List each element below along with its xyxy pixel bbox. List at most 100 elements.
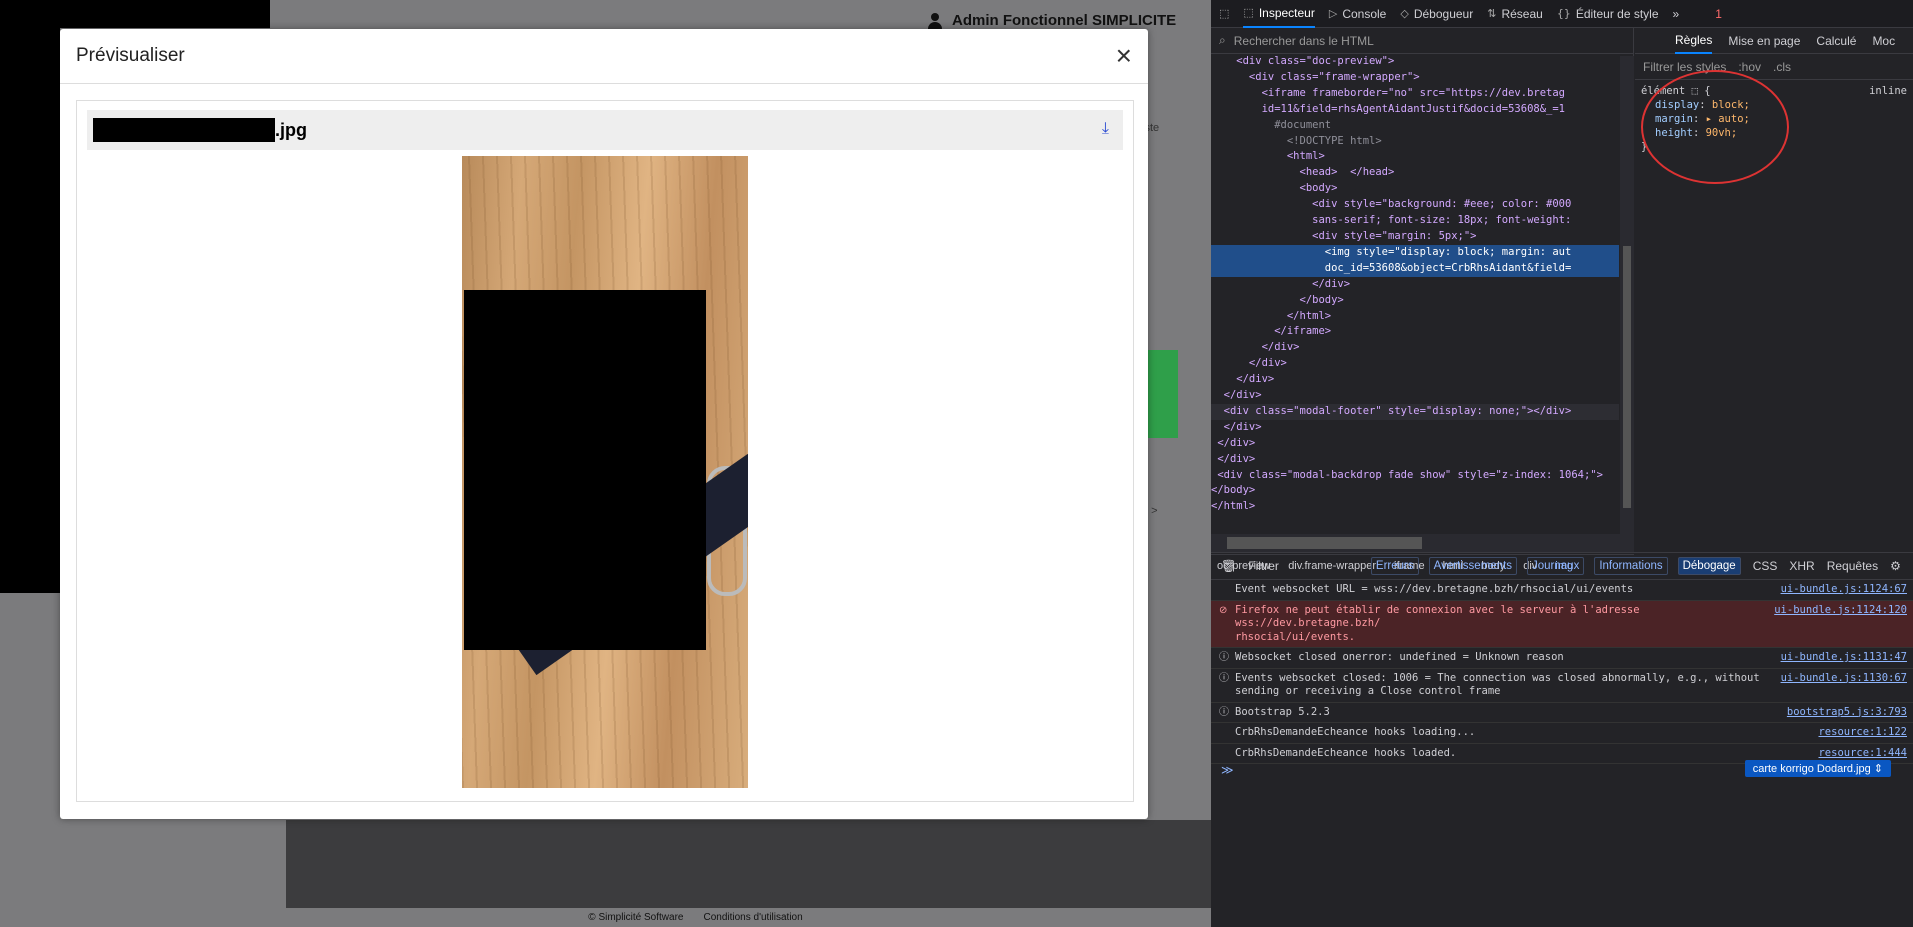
scroll-thumb[interactable] <box>1227 537 1422 549</box>
filter-css[interactable]: CSS <box>1753 559 1778 573</box>
tree-node[interactable]: #document <box>1211 118 1619 134</box>
inspector-pane: ⌕ Rechercher dans le HTML <div class="do… <box>1211 28 1634 572</box>
trash-icon[interactable]: 🗑 <box>1221 559 1236 573</box>
user-menu[interactable]: Admin Fonctionnel SIMPLICITE <box>928 12 1176 29</box>
tree-node[interactable]: <html> <box>1211 149 1619 165</box>
console-filter-input[interactable]: Filtrer <box>1248 559 1279 573</box>
pick-element-icon[interactable]: ⬚ <box>1219 7 1229 20</box>
console-source-link[interactable]: bootstrap5.js:3:793 <box>1787 706 1907 720</box>
tab-more[interactable]: Moc <box>1872 34 1895 48</box>
tree-node[interactable]: </div> <box>1211 420 1619 436</box>
tree-node[interactable]: </body> <box>1211 483 1619 499</box>
tree-node[interactable]: <div class="modal-footer" style="display… <box>1211 403 1619 420</box>
console-message: ⓘ Events websocket closed: 1006 = The con… <box>1211 669 1913 703</box>
red-circle-annotation <box>1641 70 1789 184</box>
console-toolbar: 🗑 Filtrer Erreurs Avertissements Journaux I… <box>1211 552 1913 580</box>
hov-toggle[interactable]: :hov <box>1738 60 1761 74</box>
rule-source: inline <box>1869 85 1907 97</box>
console-message: ⓘ Bootstrap 5.2.3 bootstrap5.js:3:793 <box>1211 703 1913 723</box>
tab-style-editor[interactable]: {} Éditeur de style <box>1557 7 1659 21</box>
error-count-badge[interactable]: 1 <box>1715 7 1722 21</box>
tree-node[interactable]: </html> <box>1211 499 1619 510</box>
tree-node[interactable]: </div> <box>1211 436 1619 452</box>
filter-xhr[interactable]: XHR <box>1789 559 1814 573</box>
tree-node[interactable]: </div> <box>1211 452 1619 468</box>
console-source-link[interactable]: resource:1:122 <box>1818 726 1907 740</box>
more-tabs-icon[interactable]: » <box>1673 7 1680 21</box>
tree-node[interactable]: </div> <box>1211 356 1619 372</box>
tab-inspector[interactable]: ⬚ Inspecteur <box>1243 0 1315 28</box>
tree-node[interactable]: <div class="doc-preview"> <box>1211 54 1619 70</box>
style-editor-icon: {} <box>1556 7 1571 20</box>
console-message: ⓘ Websocket closed onerror: undefined = U… <box>1211 648 1913 669</box>
level-filter[interactable]: Débogage <box>1677 557 1741 575</box>
preview-image <box>462 156 748 788</box>
file-extension: .jpg <box>275 119 307 140</box>
debugger-icon: ◇ <box>1400 7 1409 20</box>
close-icon[interactable]: × <box>1116 42 1132 70</box>
tab-network[interactable]: ⇅ Réseau <box>1487 7 1543 21</box>
tree-node[interactable]: sans-serif; font-size: 18px; font-weight… <box>1211 213 1619 229</box>
rules-filter-bar: Filtrer les styles :hov .cls <box>1635 54 1913 80</box>
footer-terms-link[interactable]: Conditions d'utilisation <box>703 912 802 923</box>
console-source-link[interactable]: ui-bundle.js:1130:67 <box>1781 672 1907 699</box>
level-filter[interactable]: Informations <box>1594 557 1668 575</box>
level-filter[interactable]: Avertissements <box>1428 557 1518 575</box>
tree-node[interactable]: </div> <box>1211 388 1619 404</box>
tab-label: Console <box>1342 6 1387 21</box>
tree-node[interactable]: </div> <box>1211 277 1619 293</box>
tab-label: Inspecteur <box>1258 5 1315 20</box>
tree-node[interactable]: </html> <box>1211 309 1619 325</box>
tab-rules[interactable]: Règles <box>1675 28 1713 54</box>
tree-node[interactable]: <div style="background: #eee; color: #00… <box>1211 197 1619 213</box>
html-search[interactable]: ⌕ Rechercher dans le HTML <box>1211 28 1633 54</box>
scroll-thumb[interactable] <box>1623 246 1631 508</box>
preview-modal: Prévisualiser × .jpg ⤓ <box>60 29 1148 819</box>
tree-node[interactable]: <body> <box>1211 181 1619 197</box>
tab-label: Éditeur de style <box>1575 6 1659 21</box>
console-message-text: CrbRhsDemandeEcheance hooks loading... <box>1235 726 1476 738</box>
info-icon: ⓘ <box>1219 652 1229 663</box>
download-icon[interactable]: ⤓ <box>1102 120 1109 138</box>
console-source-link[interactable]: ui-bundle.js:1131:47 <box>1781 651 1907 665</box>
info-icon: ⓘ <box>1219 706 1229 718</box>
tree-horizontal-scrollbar[interactable] <box>1211 534 1634 552</box>
tree-node[interactable]: <div style="margin: 5px;"> <box>1211 229 1619 245</box>
context-selector[interactable]: carte korrigo Dodard.jpg ⇕ <box>1744 760 1891 777</box>
search-icon: ⌕ <box>1219 33 1226 47</box>
tree-node[interactable]: </body> <box>1211 293 1619 309</box>
tab-debugger[interactable]: ◇ Débogueur <box>1400 7 1473 21</box>
rules-pane: Règles Mise en page Calculé Moc Filtrer … <box>1635 28 1913 548</box>
cls-toggle[interactable]: .cls <box>1773 60 1791 74</box>
html-search-input[interactable]: Rechercher dans le HTML <box>1234 34 1374 48</box>
modal-title: Prévisualiser <box>76 45 185 66</box>
tree-node[interactable]: <img style="display: block; margin: aut <box>1211 244 1619 261</box>
tab-layout[interactable]: Mise en page <box>1728 34 1800 48</box>
devtools-panel: ⬚ ⬚ Inspecteur ▷ Console ◇ Débogueur ⇅ Résea… <box>1211 0 1913 927</box>
tree-node[interactable]: </div> <box>1211 340 1619 356</box>
tab-label: Réseau <box>1501 6 1543 21</box>
gear-icon[interactable]: ⚙ <box>1890 559 1901 573</box>
background-logo-bar <box>60 0 270 28</box>
filter-requests[interactable]: Requêtes <box>1827 559 1878 573</box>
tree-node[interactable]: <head> </head> <box>1211 165 1619 181</box>
tab-computed[interactable]: Calculé <box>1816 34 1856 48</box>
tree-node[interactable]: </div> <box>1211 372 1619 388</box>
console-source-link[interactable]: ui-bundle.js:1124:67 <box>1781 583 1907 597</box>
tree-node[interactable]: <div class="modal-backdrop fade show" st… <box>1211 468 1619 484</box>
level-filter[interactable]: Journaux <box>1527 557 1585 575</box>
tab-label: Débogueur <box>1413 6 1474 21</box>
tree-node[interactable]: <!DOCTYPE html> <box>1211 134 1619 150</box>
tree-node[interactable]: <iframe frameborder="no" src="https://de… <box>1211 86 1619 102</box>
tree-node[interactable]: doc_id=53608&object=CrbRhsAidant&field= <box>1211 260 1619 277</box>
tree-node[interactable]: </iframe> <box>1211 324 1619 340</box>
devtools-toolbar: ⬚ ⬚ Inspecteur ▷ Console ◇ Débogueur ⇅ Résea… <box>1211 0 1913 28</box>
tree-vertical-scrollbar[interactable] <box>1620 56 1634 534</box>
level-filter[interactable]: Erreurs <box>1370 557 1419 575</box>
tree-node[interactable]: <div class="frame-wrapper"> <box>1211 70 1619 86</box>
background-sidebar <box>0 0 60 593</box>
console-source-link[interactable]: ui-bundle.js:1124:120 <box>1774 604 1907 645</box>
tab-console[interactable]: ▷ Console <box>1329 7 1387 21</box>
tree-node[interactable]: id=11&field=rhsAgentAidantJustif&docid=5… <box>1211 102 1619 118</box>
html-tree[interactable]: <div class="doc-preview"> <div class="fr… <box>1211 54 1619 510</box>
